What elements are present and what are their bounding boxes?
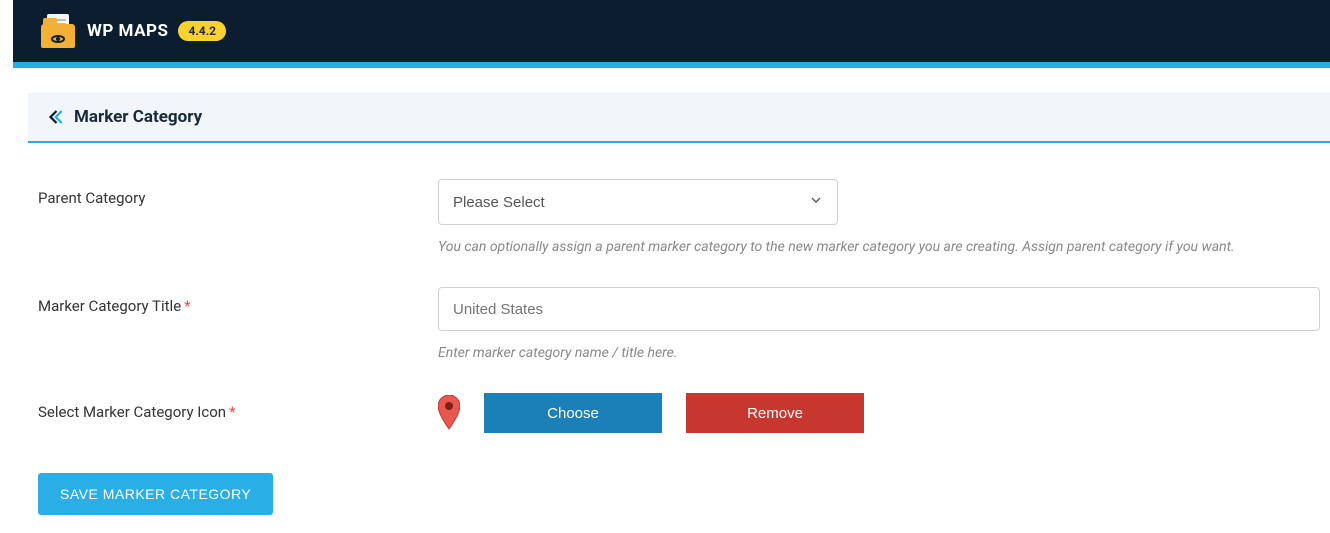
label-text-parent-category: Parent Category (38, 189, 145, 207)
content: Marker Category Parent Category Please S… (0, 68, 1330, 525)
chevron-left-icon (46, 108, 64, 126)
required-asterisk: * (184, 297, 190, 315)
label-text-category-icon: Select Marker Category Icon (38, 403, 226, 421)
app-logo-icon (41, 14, 75, 48)
row-category-title: Marker Category Title* Enter marker cate… (38, 287, 1320, 361)
panel-title: Marker Category (74, 107, 202, 127)
label-parent-category: Parent Category (38, 179, 438, 255)
field-parent-category: Please Select You can optionally assign … (438, 179, 1320, 255)
required-asterisk: * (229, 403, 235, 421)
save-button[interactable]: SAVE MARKER CATEGORY (38, 473, 273, 515)
field-category-icon: Choose Remove (438, 393, 1320, 433)
hint-parent-category: You can optionally assign a parent marke… (438, 239, 1320, 255)
marker-pin-icon (438, 395, 460, 431)
field-category-title: Enter marker category name / title here. (438, 287, 1320, 361)
app-header: WP MAPS 4.4.2 (13, 0, 1330, 68)
category-title-input[interactable] (438, 287, 1320, 331)
parent-category-select[interactable]: Please Select (438, 179, 838, 225)
version-badge: 4.4.2 (178, 21, 226, 41)
choose-icon-button[interactable]: Choose (484, 393, 662, 433)
panel-header: Marker Category (28, 93, 1330, 143)
label-text-category-title: Marker Category Title (38, 297, 181, 315)
label-category-title: Marker Category Title* (38, 287, 438, 361)
row-category-icon: Select Marker Category Icon* Choose Remo… (38, 393, 1320, 433)
label-category-icon: Select Marker Category Icon* (38, 393, 438, 433)
remove-icon-button[interactable]: Remove (686, 393, 864, 433)
row-parent-category: Parent Category Please Select You can op… (38, 179, 1320, 255)
form: Parent Category Please Select You can op… (28, 143, 1330, 525)
app-title: WP MAPS (87, 21, 168, 41)
hint-category-title: Enter marker category name / title here. (438, 345, 1320, 361)
parent-category-select-wrap: Please Select (438, 179, 838, 225)
